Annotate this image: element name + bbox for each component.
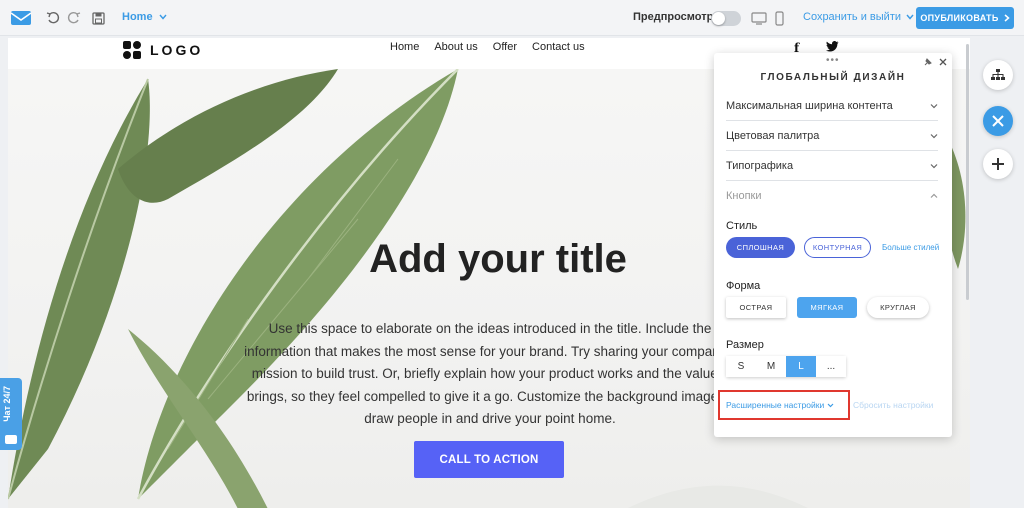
desktop-icon[interactable]: [750, 9, 768, 27]
size-label: Размер: [726, 339, 764, 351]
logo-icon: [123, 41, 141, 59]
top-toolbar: Home Предпросмотр Сохранить и выйти ОПУБ…: [0, 0, 1024, 36]
site-logo[interactable]: LOGO: [122, 40, 203, 60]
logo-text: LOGO: [150, 42, 204, 58]
more-styles-link[interactable]: Больше стилей: [882, 243, 940, 252]
chevron-down-icon: [827, 403, 834, 407]
chevron-down-icon: [930, 104, 938, 109]
publish-label: ОПУБЛИКОВАТЬ: [920, 13, 999, 23]
accordion-typography[interactable]: Типографика: [726, 151, 938, 181]
panel-title: ГЛОБАЛЬНЫЙ ДИЗАЙН: [760, 72, 906, 83]
reset-settings-link[interactable]: Сбросить настройки: [853, 400, 948, 410]
form-label: Форма: [726, 280, 761, 292]
page-select[interactable]: Home: [122, 11, 167, 23]
nav-item-contact[interactable]: Contact us: [532, 41, 585, 53]
undo-icon[interactable]: [46, 9, 60, 27]
chat-tab[interactable]: Чат 24/7: [0, 378, 22, 450]
size-selector: S M L ...: [726, 356, 846, 377]
save-icon[interactable]: [91, 9, 105, 27]
nav-item-home[interactable]: Home: [390, 41, 419, 53]
mobile-icon[interactable]: [774, 9, 784, 27]
size-m-button[interactable]: M: [756, 356, 786, 377]
advanced-settings-label: Расширенные настройки: [726, 400, 825, 410]
accordion-label: Максимальная ширина контента: [726, 100, 893, 112]
chat-label: Чат 24/7: [2, 386, 12, 422]
size-more-button[interactable]: ...: [816, 356, 846, 377]
save-exit-label: Сохранить и выйти: [803, 11, 901, 23]
style-solid-button[interactable]: СПЛОШНАЯ: [726, 237, 795, 258]
chevron-down-icon: [930, 164, 938, 169]
chevron-right-icon: [1004, 14, 1010, 22]
pin-icon[interactable]: [923, 58, 932, 67]
plus-icon: [992, 158, 1004, 170]
nav-item-about[interactable]: About us: [434, 41, 477, 53]
chevron-up-icon: [930, 193, 938, 198]
sitemap-icon: [991, 69, 1005, 80]
call-to-action-button[interactable]: CALL TO ACTION: [414, 441, 564, 478]
close-design-button[interactable]: [983, 106, 1013, 136]
drag-handle-icon[interactable]: •••: [826, 55, 840, 66]
accordion-label: Цветовая палитра: [726, 130, 820, 142]
close-icon: [992, 115, 1004, 127]
accordion-label: Типографика: [726, 160, 794, 172]
style-outline-button[interactable]: КОНТУРНАЯ: [804, 237, 871, 258]
site-nav: Home About us Offer Contact us: [390, 41, 585, 53]
advanced-settings-link[interactable]: Расширенные настройки: [726, 400, 834, 410]
accordion-label: Кнопки: [726, 190, 762, 202]
publish-button[interactable]: ОПУБЛИКОВАТЬ: [916, 7, 1014, 29]
chevron-down-icon: [930, 134, 938, 139]
preview-toggle[interactable]: [711, 11, 741, 26]
page-select-label: Home: [122, 11, 153, 23]
shape-sharp-button[interactable]: ОСТРАЯ: [726, 297, 786, 318]
nav-item-offer[interactable]: Offer: [493, 41, 517, 53]
global-design-panel: ••• ГЛОБАЛЬНЫЙ ДИЗАЙН Максимальная ширин…: [714, 53, 952, 437]
canvas-scrollbar[interactable]: [966, 44, 969, 300]
chevron-down-icon: [906, 14, 914, 20]
size-s-button[interactable]: S: [726, 356, 756, 377]
chevron-down-icon: [159, 14, 167, 20]
size-l-button[interactable]: L: [786, 356, 816, 377]
accordion-buttons[interactable]: Кнопки: [726, 181, 938, 211]
sitemap-button[interactable]: [983, 60, 1013, 90]
chat-bubble-icon: [5, 435, 17, 444]
hero-body-text[interactable]: Use this space to elaborate on the ideas…: [240, 318, 740, 433]
close-icon[interactable]: [938, 57, 948, 67]
style-label: Стиль: [726, 220, 758, 232]
accordion-color-palette[interactable]: Цветовая палитра: [726, 121, 938, 151]
mail-icon[interactable]: [10, 9, 32, 27]
save-exit-button[interactable]: Сохранить и выйти: [803, 11, 914, 23]
shape-soft-button[interactable]: МЯГКАЯ: [797, 297, 857, 318]
accordion-content-width[interactable]: Максимальная ширина контента: [726, 91, 938, 121]
add-section-button[interactable]: [983, 149, 1013, 179]
redo-icon[interactable]: [67, 9, 81, 27]
shape-round-button[interactable]: КРУГЛАЯ: [867, 297, 929, 318]
preview-label: Предпросмотр: [633, 11, 714, 23]
hero-title[interactable]: Add your title: [228, 237, 768, 282]
